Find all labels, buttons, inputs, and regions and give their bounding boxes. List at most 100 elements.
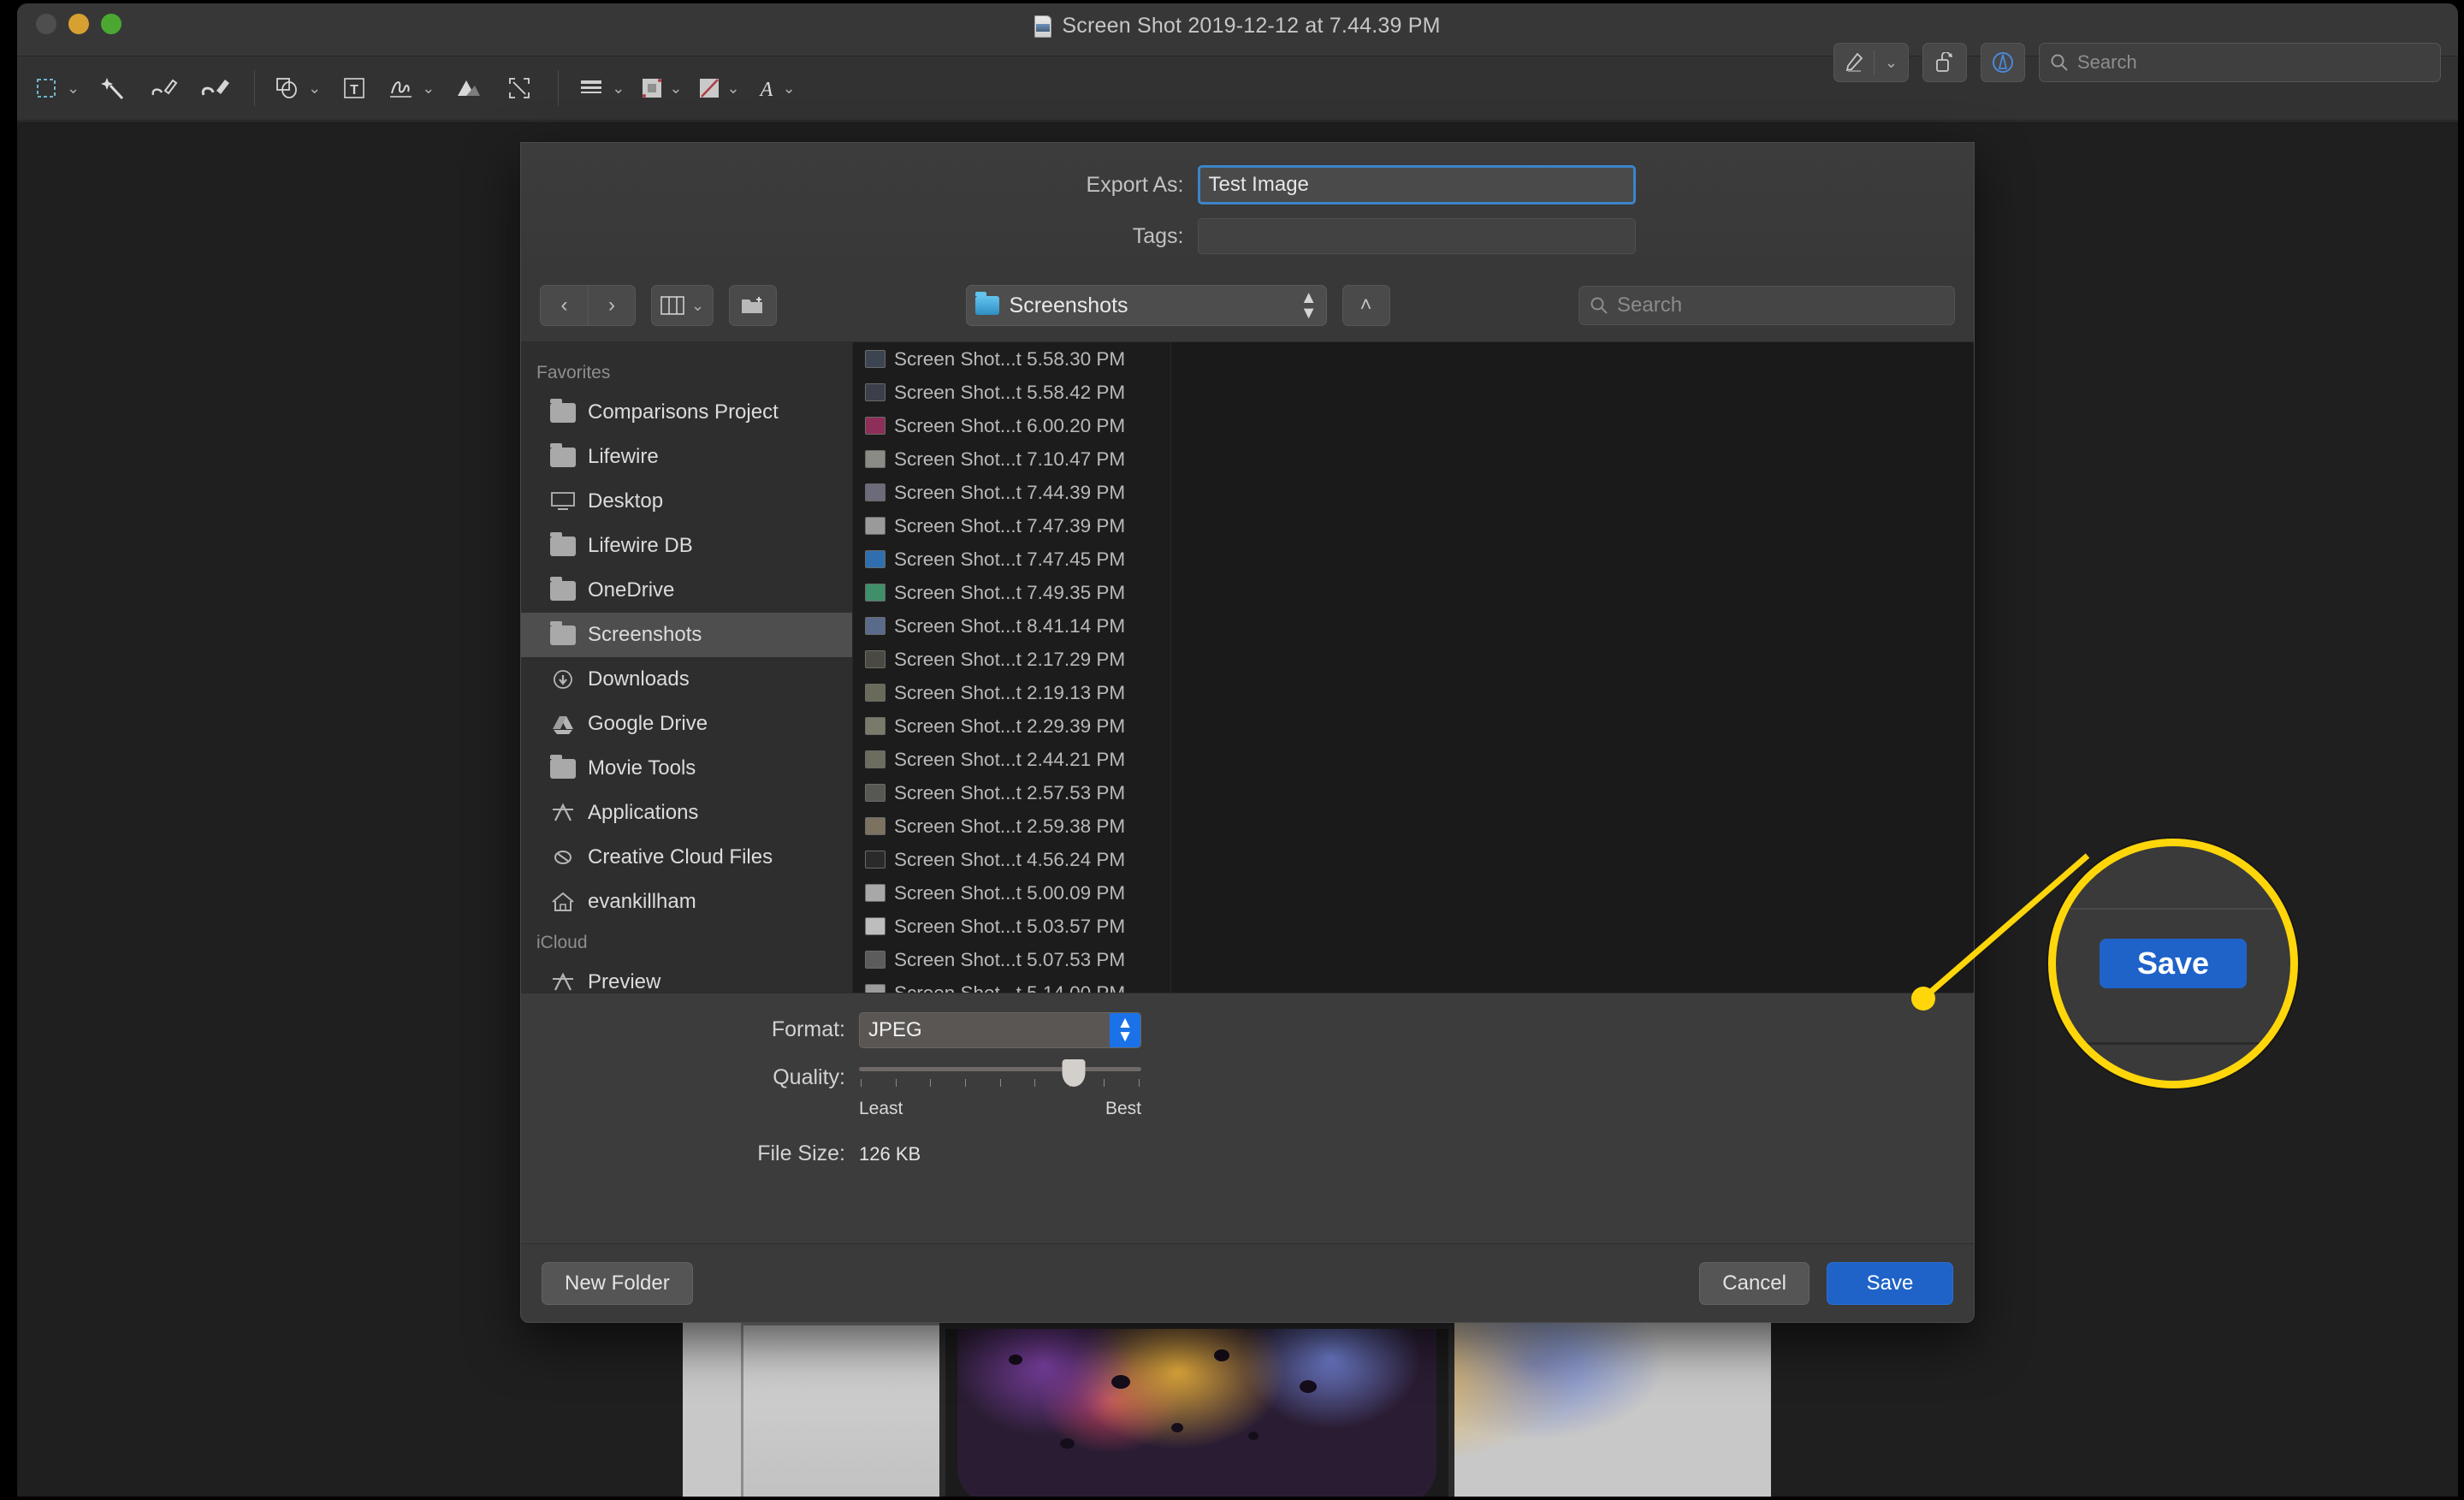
quality-slider-track[interactable] <box>859 1059 1141 1087</box>
home-icon <box>552 892 574 911</box>
sidebar-item-google-drive[interactable]: Google Drive <box>521 702 852 746</box>
border-color-tool[interactable]: ⌄ <box>633 63 689 113</box>
chevron-down-icon[interactable]: ⌄ <box>1875 55 1908 70</box>
file-list-item[interactable]: Screen Shot...t 2.29.39 PM <box>853 709 1170 743</box>
chevron-down-icon[interactable]: ⌄ <box>783 80 796 96</box>
file-size-label: File Size: <box>757 1141 845 1165</box>
chevron-down-icon[interactable]: ⌄ <box>422 80 435 96</box>
export-as-input[interactable]: Test Image <box>1197 165 1636 205</box>
quality-slider[interactable]: Least Best <box>859 1059 1141 1119</box>
save-button[interactable]: Save <box>1827 1261 1953 1305</box>
sidebar-item-onedrive[interactable]: OneDrive <box>521 568 852 613</box>
chevron-down-icon[interactable]: ⌄ <box>726 80 739 96</box>
file-list-item[interactable]: Screen Shot...t 5.03.57 PM <box>853 910 1170 943</box>
fill-color-tool[interactable]: ⌄ <box>690 63 746 113</box>
text-tool[interactable]: T <box>329 63 379 113</box>
sidebar-item-evankillham[interactable]: evankillham <box>521 880 852 924</box>
file-name-label: Screen Shot...t 4.56.24 PM <box>894 848 1126 870</box>
favorites-list: Comparisons Project Lifewire Desktop Lifewi… <box>521 390 852 924</box>
sidebar-item-lifewire[interactable]: Lifewire <box>521 435 852 479</box>
slider-tick <box>1139 1079 1140 1087</box>
annotate-button[interactable] <box>1981 43 2025 82</box>
new-folder-icon-button[interactable] <box>729 285 778 326</box>
sidebar-item-lifewire-db[interactable]: Lifewire DB <box>521 524 852 568</box>
file-list-item[interactable]: Screen Shot...t 7.47.45 PM <box>853 542 1170 576</box>
cancel-button[interactable]: Cancel <box>1699 1261 1810 1305</box>
file-list-item[interactable]: Screen Shot...t 7.44.39 PM <box>853 476 1170 509</box>
file-list-item[interactable]: Screen Shot...t 2.57.53 PM <box>853 776 1170 809</box>
file-search-input[interactable]: Search <box>1578 286 1955 325</box>
file-thumbnail-icon <box>865 684 886 702</box>
chevron-down-icon[interactable]: ⌄ <box>308 80 321 96</box>
shape-style-tool[interactable]: ⌄ <box>572 63 631 113</box>
highlight-tool[interactable] <box>443 63 493 113</box>
sidebar-item-desktop[interactable]: Desktop <box>521 479 852 524</box>
expand-dialog-button[interactable]: ˄ <box>1342 285 1390 326</box>
file-list-item[interactable]: Screen Shot...t 7.47.39 PM <box>853 509 1170 542</box>
quality-slider-knob[interactable] <box>1062 1059 1086 1087</box>
format-select[interactable]: JPEG ▲ ▼ <box>859 1012 1141 1048</box>
window-title-bar: Screen Shot 2019-12-12 at 7.44.39 PM ⌄ S… <box>17 3 2458 82</box>
sidebar-item-comparisons-project[interactable]: Comparisons Project <box>521 390 852 435</box>
location-popup-button[interactable]: Screenshots ▲ ▼ <box>965 285 1327 326</box>
file-list-item[interactable]: Screen Shot...t 6.00.20 PM <box>853 409 1170 442</box>
file-list-item[interactable]: Screen Shot...t 8.41.14 PM <box>853 609 1170 643</box>
crop-tool[interactable] <box>495 63 544 113</box>
location-value: Screenshots <box>1009 293 1128 317</box>
forward-chevron-icon: › <box>608 293 615 317</box>
file-list-item[interactable]: Screen Shot...t 7.49.35 PM <box>853 576 1170 609</box>
sidebar-item-movie-tools[interactable]: Movie Tools <box>521 746 852 791</box>
chevron-down-icon[interactable]: ⌄ <box>67 80 80 96</box>
rotate-button[interactable] <box>1922 43 1967 82</box>
sketch-tool[interactable] <box>139 63 189 113</box>
folder-icon <box>550 398 576 423</box>
window-search-placeholder: Search <box>2077 51 2137 73</box>
sidebar-item-downloads[interactable]: Downloads <box>521 657 852 702</box>
format-label: Format: <box>771 1017 845 1041</box>
file-name-label: Screen Shot...t 8.41.14 PM <box>894 614 1126 637</box>
chevron-down-icon[interactable]: ⌄ <box>691 298 704 313</box>
file-list-item[interactable]: Screen Shot...t 2.19.13 PM <box>853 676 1170 709</box>
quality-slider-ticks <box>859 1079 1141 1087</box>
markup-toolbar-toggle[interactable]: ⌄ <box>1833 43 1909 82</box>
sidebar-item-creative-cloud-files[interactable]: Creative Cloud Files <box>521 835 852 880</box>
file-list-item[interactable]: Screen Shot...t 2.17.29 PM <box>853 643 1170 676</box>
back-button[interactable]: ‹ <box>540 285 588 326</box>
google-drive-icon <box>553 716 573 734</box>
markup-pen-icon <box>1834 52 1874 73</box>
file-name-label: Screen Shot...t 7.47.45 PM <box>894 548 1126 570</box>
file-thumbnail-icon <box>865 350 886 368</box>
file-thumbnail-icon <box>865 417 886 435</box>
file-list-item[interactable]: Screen Shot...t 4.56.24 PM <box>853 843 1170 876</box>
file-thumbnail-icon <box>865 917 886 935</box>
chevron-down-icon[interactable]: ⌄ <box>669 80 682 96</box>
text-style-tool[interactable]: A ⌄ <box>749 63 803 113</box>
sidebar-item-preview[interactable]: Preview <box>521 960 852 993</box>
file-list-item[interactable]: Screen Shot...t 5.58.42 PM <box>853 376 1170 409</box>
file-list-item[interactable]: Screen Shot...t 7.10.47 PM <box>853 442 1170 476</box>
export-as-row: Export As: Test Image <box>521 165 1974 205</box>
new-folder-button[interactable]: New Folder <box>542 1261 693 1305</box>
instant-alpha-tool[interactable] <box>88 63 138 113</box>
file-list-item[interactable]: Screen Shot...t 5.00.09 PM <box>853 876 1170 910</box>
window-search-input[interactable]: Search <box>2039 43 2441 82</box>
tags-input[interactable] <box>1197 218 1636 254</box>
export-dialog-footer: New Folder Cancel Save <box>521 1243 1974 1322</box>
chevron-down-icon[interactable]: ⌄ <box>612 80 625 96</box>
signature-tool[interactable]: ⌄ <box>381 63 441 113</box>
sidebar-item-screenshots[interactable]: Screenshots <box>521 613 852 657</box>
selection-tool[interactable]: ⌄ <box>29 63 86 113</box>
sidebar-item-applications[interactable]: Applications <box>521 791 852 835</box>
view-mode-button[interactable]: ⌄ <box>651 285 714 326</box>
shapes-tool[interactable]: ⌄ <box>269 63 328 113</box>
forward-button[interactable]: › <box>588 285 636 326</box>
file-list-item[interactable]: Screen Shot...t 5.07.53 PM <box>853 943 1170 976</box>
draw-tool[interactable] <box>191 63 240 113</box>
file-thumbnail-icon <box>865 550 886 568</box>
file-list-item[interactable]: Screen Shot...t 5.58.30 PM <box>853 342 1170 376</box>
callout-save-button[interactable]: Save <box>2100 939 2247 988</box>
file-list-item[interactable]: Screen Shot...t 5.14.00 PM <box>853 976 1170 993</box>
file-list-item[interactable]: Screen Shot...t 2.59.38 PM <box>853 809 1170 843</box>
file-thumbnail-icon <box>865 517 886 535</box>
file-list-item[interactable]: Screen Shot...t 2.44.21 PM <box>853 743 1170 776</box>
